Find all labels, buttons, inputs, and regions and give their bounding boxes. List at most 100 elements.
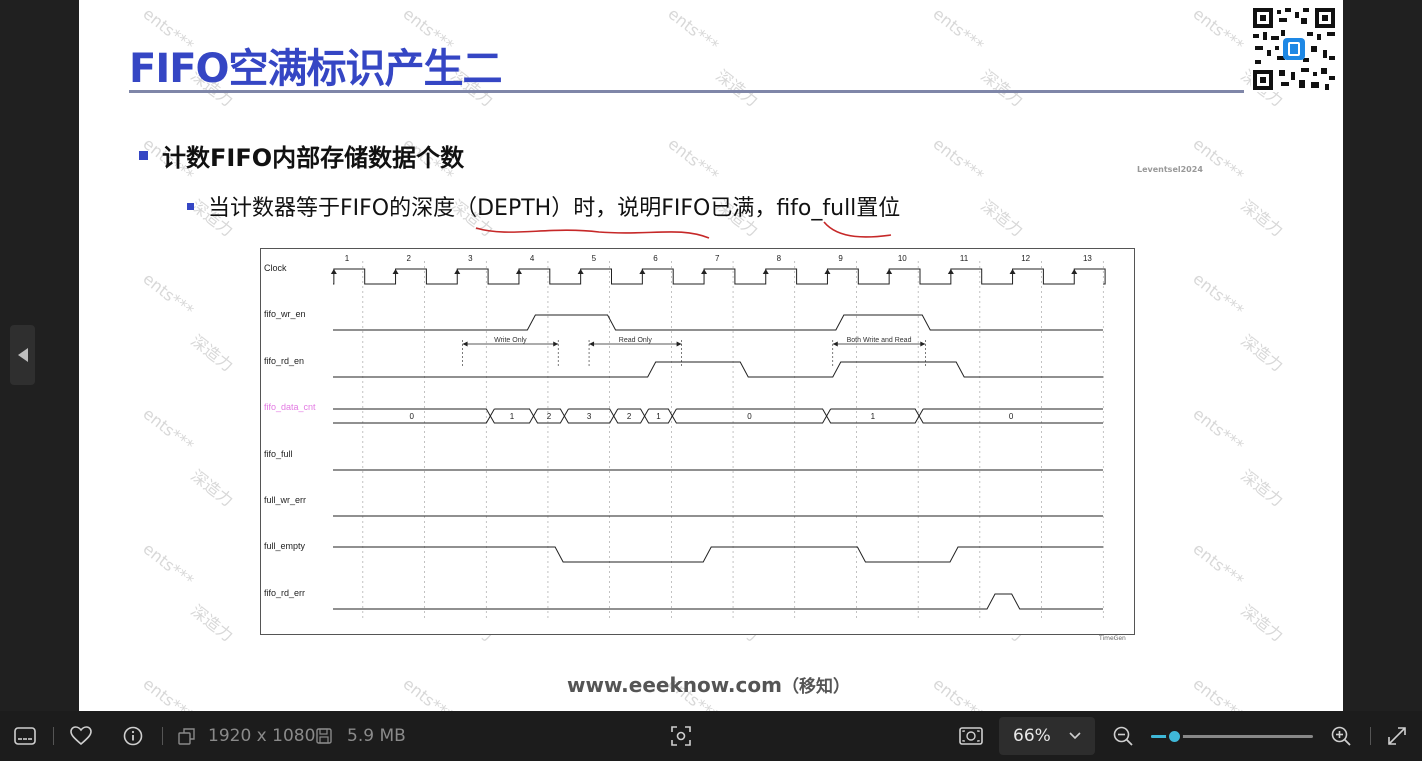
- annotation-arrowhead: [676, 341, 682, 347]
- zoom-out-icon: [1113, 726, 1133, 746]
- clock-edge-arrow: [1009, 269, 1016, 274]
- clock-edge-arrow: [515, 269, 522, 274]
- bus-value: 0: [747, 412, 752, 421]
- annotation-label: Write Only: [494, 337, 527, 344]
- save-disk-icon: [316, 728, 332, 744]
- expand-icon: [1388, 727, 1406, 745]
- heart-icon: [70, 726, 92, 746]
- watermark-text: 深造力: [187, 330, 237, 376]
- zoom-in-button[interactable]: [1331, 711, 1351, 761]
- cycle-number: 13: [1083, 254, 1092, 263]
- bullet-marker: [187, 202, 194, 210]
- watermark-text: ents***: [139, 673, 198, 711]
- website-footer: www.eeeknow.com（移知）: [567, 672, 850, 697]
- bullet-level2: 当计数器等于FIFO的深度（DEPTH）时，说明FIFO已满，fifo_full…: [187, 190, 900, 222]
- watermark-text: 深造力: [1237, 465, 1287, 511]
- cycle-number: 1: [345, 254, 350, 263]
- cycle-number: 10: [898, 254, 907, 263]
- fullscreen-button[interactable]: [1387, 711, 1407, 761]
- previous-image-button[interactable]: [10, 325, 35, 385]
- zoom-out-button[interactable]: [1113, 711, 1133, 761]
- annotation-arrowhead: [462, 341, 468, 347]
- signal-label: full_wr_err: [264, 495, 306, 505]
- clock-edge-arrow: [762, 269, 769, 274]
- bus-value: 2: [627, 412, 632, 421]
- signal-label: fifo_rd_en: [264, 356, 304, 366]
- timing-diagram: 1 2 3 4 5 6 7 8 9 10 11 12 13 Clock fifo_wr_en fifo_rd_…: [260, 248, 1135, 635]
- bus-value: 2: [547, 412, 552, 421]
- timegen-label: TimeGen: [1099, 635, 1126, 642]
- watermark-text: ents***: [1189, 673, 1248, 711]
- file-size: 5.9 MB: [316, 711, 406, 761]
- zoom-slider-thumb[interactable]: [1165, 728, 1183, 745]
- website-url: www.eeeknow.com: [567, 673, 782, 697]
- cycle-number: 7: [715, 254, 720, 263]
- cycle-number: 4: [530, 254, 535, 263]
- signal-label: fifo_wr_en: [264, 309, 306, 319]
- signal-label: fifo_data_cnt: [264, 402, 316, 412]
- watermark-text: ents***: [139, 403, 198, 456]
- resize-icon: [178, 728, 195, 745]
- annotation-arrowhead: [589, 341, 595, 347]
- divider: [53, 727, 54, 745]
- clock-edge-arrow: [824, 269, 831, 274]
- bus-value: 3: [587, 412, 592, 421]
- watermark-text: ents***: [399, 673, 458, 711]
- watermark-text: ents***: [139, 268, 198, 321]
- zoom-level-dropdown[interactable]: 66%: [999, 717, 1095, 755]
- annotation-arrowhead: [553, 341, 559, 347]
- cycle-number: 6: [653, 254, 658, 263]
- watermark-text: 深造力: [977, 195, 1027, 241]
- favorite-button[interactable]: [70, 711, 92, 761]
- cycle-number: 9: [838, 254, 843, 263]
- signal-waveform: [333, 361, 1103, 378]
- watermark-text: 深造力: [1237, 195, 1287, 241]
- bullet2-text: 当计数器等于FIFO的深度（DEPTH）时，说明FIFO已满，fifo_full…: [208, 196, 901, 221]
- watermark-text: ents***: [1189, 538, 1248, 591]
- watermark-text: ents***: [1189, 403, 1248, 456]
- dimensions-text: 1920 x 1080: [208, 726, 316, 746]
- slide-title: FIFO空满标识产生二: [129, 46, 503, 92]
- bus-value: 1: [656, 412, 661, 421]
- image-viewer: ents*** 深造力 ents*** 深造力 ents*** 深造力 ents*** 深造力…: [0, 0, 1422, 711]
- watermark-text: ents***: [664, 133, 723, 186]
- clock-edge-arrow: [1071, 269, 1078, 274]
- website-cn: （移知）: [781, 677, 850, 697]
- watermark-text: 深造力: [1237, 600, 1287, 646]
- bullet-marker: [139, 151, 148, 160]
- info-button[interactable]: [123, 711, 143, 761]
- zoom-in-icon: [1331, 726, 1351, 746]
- chevron-left-icon: [17, 348, 28, 362]
- clock-edge-arrow: [701, 269, 708, 274]
- watermark-text: ents***: [1189, 133, 1248, 186]
- cycle-number: 2: [406, 254, 411, 263]
- watermark-text: 深造力: [187, 465, 237, 511]
- watermark-text: ents***: [929, 133, 988, 186]
- bus-value: 1: [871, 412, 876, 421]
- viewer-toolbar: 1920 x 1080 5.9 MB 66%: [0, 711, 1422, 761]
- visual-search-button[interactable]: [670, 711, 692, 761]
- bullet-level1: 计数FIFO内部存储数据个数: [139, 138, 464, 173]
- clock-edge-arrow: [454, 269, 461, 274]
- actual-size-button[interactable]: [959, 711, 983, 761]
- watermark-text: ents***: [1189, 3, 1248, 56]
- bus-value: 0: [1009, 412, 1014, 421]
- divider: [1370, 727, 1371, 745]
- qr-code-icon: [1251, 6, 1337, 92]
- info-icon: [123, 726, 143, 746]
- bus-value: 0: [409, 412, 414, 421]
- watermark-text: 深造力: [1237, 330, 1287, 376]
- signal-label: fifo_full: [264, 449, 293, 459]
- signal-waveform: [333, 546, 1103, 563]
- annotation-label: Both Write and Read: [847, 337, 912, 344]
- cycle-number: 5: [592, 254, 597, 263]
- signal-waveform: [333, 314, 1103, 331]
- annotation-arrowhead: [832, 341, 838, 347]
- chevron-down-icon: [1069, 732, 1081, 740]
- zoom-slider[interactable]: [1151, 728, 1313, 745]
- filesize-text: 5.9 MB: [347, 726, 406, 746]
- cycle-number: 8: [777, 254, 782, 263]
- signal-label: fifo_rd_err: [264, 588, 305, 598]
- filmstrip-icon: [14, 727, 36, 745]
- filmstrip-button[interactable]: [14, 711, 36, 761]
